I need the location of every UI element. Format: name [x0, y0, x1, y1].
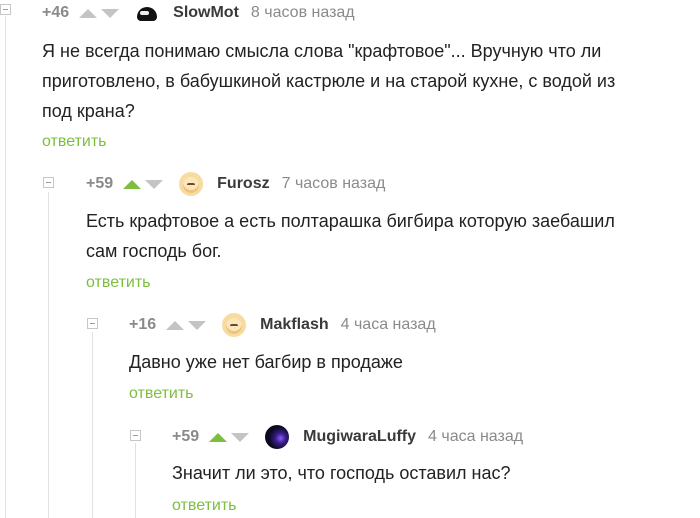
comment-rating: +59: [172, 428, 200, 445]
collapse-thread-button[interactable]: [0, 4, 11, 15]
comment-username[interactable]: SlowMot: [173, 4, 239, 22]
comment-text-line: Давно уже нет багбир в продаже: [129, 352, 403, 372]
comment-header: +59 MugiwaraLuffy 4 часа назад: [172, 425, 523, 449]
comment-timestamp[interactable]: 4 часа назад: [341, 316, 436, 334]
comment-text-line: Есть крафтовое а есть полтарашка бигбира…: [86, 211, 615, 231]
upvote-arrow-icon[interactable]: [209, 432, 228, 442]
comment-username[interactable]: Furosz: [217, 175, 269, 193]
comment-username[interactable]: MugiwaraLuffy: [303, 428, 416, 446]
reply-button[interactable]: ответить: [172, 497, 237, 515]
comment-timestamp[interactable]: 8 часов назад: [251, 4, 355, 22]
comment-header: +46 SlowMot 8 часов назад: [42, 1, 355, 25]
comment-header: +16 Makflash 4 часа назад: [129, 313, 436, 337]
comment-body: Значит ли это, что господь оставил нас?: [172, 458, 511, 488]
reply-button[interactable]: ответить: [86, 274, 151, 292]
thread-line: [48, 192, 49, 518]
collapse-thread-button[interactable]: [43, 177, 54, 188]
comment-text-line: под крана?: [42, 101, 135, 121]
comment-header: +59 Furosz 7 часов назад: [86, 172, 385, 196]
thread-line: [5, 16, 6, 518]
reply-button[interactable]: ответить: [129, 385, 194, 403]
downvote-arrow-icon[interactable]: [231, 432, 250, 442]
comment-text-line: сам господь бог.: [86, 241, 222, 261]
avatar[interactable]: [179, 172, 204, 196]
thread-line: [135, 443, 136, 518]
comment-username[interactable]: Makflash: [260, 316, 328, 334]
comment-body: Есть крафтовое а есть полтарашка бигбира…: [86, 206, 615, 266]
avatar[interactable]: [222, 313, 247, 337]
reply-button[interactable]: ответить: [42, 133, 107, 151]
collapse-thread-button[interactable]: [87, 318, 98, 329]
downvote-arrow-icon[interactable]: [188, 320, 207, 330]
comment-body: Давно уже нет багбир в продаже: [129, 347, 403, 377]
comment-rating: +46: [42, 4, 70, 21]
downvote-arrow-icon[interactable]: [101, 8, 120, 18]
comment-body: Я не всегда понимаю смысла слова "крафто…: [42, 36, 615, 126]
upvote-arrow-icon[interactable]: [79, 8, 98, 18]
comment-text-line: Я не всегда понимаю смысла слова "крафто…: [42, 41, 602, 61]
avatar[interactable]: [135, 1, 160, 25]
thread-line: [92, 332, 93, 518]
comment-rating: +59: [86, 175, 114, 192]
avatar[interactable]: [265, 425, 290, 449]
downvote-arrow-icon[interactable]: [145, 179, 164, 189]
comment-text-line: Значит ли это, что господь оставил нас?: [172, 463, 511, 483]
comment-timestamp[interactable]: 4 часа назад: [428, 428, 523, 446]
comment-timestamp[interactable]: 7 часов назад: [282, 175, 386, 193]
comment-rating: +16: [129, 316, 157, 333]
upvote-arrow-icon[interactable]: [166, 320, 185, 330]
upvote-arrow-icon[interactable]: [123, 179, 142, 189]
comment-text-line: приготовлено, в бабушкиной кастрюле и на…: [42, 71, 616, 91]
collapse-thread-button[interactable]: [130, 430, 141, 441]
